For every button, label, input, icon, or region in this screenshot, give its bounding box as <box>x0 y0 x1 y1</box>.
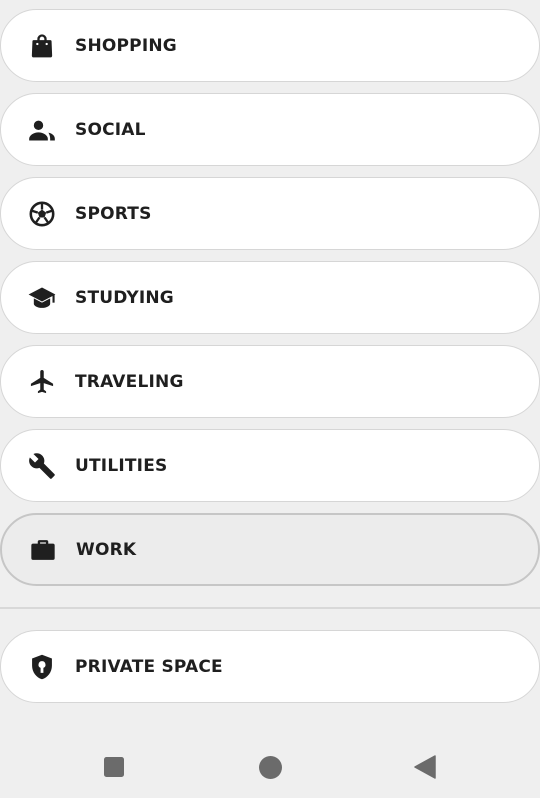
system-navigation-bar <box>0 740 540 792</box>
soccer-ball-icon <box>27 199 57 229</box>
graduation-cap-icon <box>27 283 57 313</box>
category-label: WORK <box>76 539 137 560</box>
category-studying[interactable]: STUDYING <box>0 261 540 334</box>
category-label: STUDYING <box>75 287 174 308</box>
category-label: SPORTS <box>75 203 152 224</box>
category-traveling[interactable]: TRAVELING <box>0 345 540 418</box>
home-circle-icon[interactable] <box>257 754 283 780</box>
category-label: SOCIAL <box>75 119 146 140</box>
category-utilities[interactable]: UTILITIES <box>0 429 540 502</box>
category-list: SHOPPING SOCIAL SPORTS STUDYING TRAVELIN… <box>0 9 540 597</box>
category-label: UTILITIES <box>75 455 168 476</box>
briefcase-icon <box>28 535 58 565</box>
private-space-button[interactable]: PRIVATE SPACE <box>0 630 540 703</box>
category-label: SHOPPING <box>75 35 177 56</box>
shield-keyhole-icon <box>27 652 57 682</box>
category-label: TRAVELING <box>75 371 184 392</box>
section-divider <box>0 607 540 609</box>
category-social[interactable]: SOCIAL <box>0 93 540 166</box>
category-shopping[interactable]: SHOPPING <box>0 9 540 82</box>
recents-square-icon[interactable] <box>101 754 127 780</box>
category-work[interactable]: WORK <box>0 513 540 586</box>
shopping-bag-icon <box>27 31 57 61</box>
back-triangle-icon[interactable] <box>412 754 438 780</box>
category-sports[interactable]: SPORTS <box>0 177 540 250</box>
wrench-icon <box>27 451 57 481</box>
people-icon <box>27 115 57 145</box>
airplane-icon <box>27 367 57 397</box>
private-space-section: PRIVATE SPACE <box>0 630 540 714</box>
private-space-label: PRIVATE SPACE <box>75 656 223 677</box>
